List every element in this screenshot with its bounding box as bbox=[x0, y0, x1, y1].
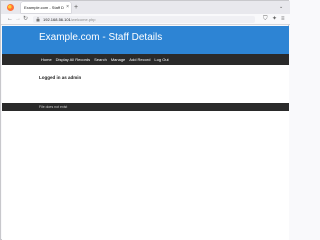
web-page: Example.com - Staff Details Home Display… bbox=[2, 26, 289, 240]
extensions-icon[interactable]: ✦ bbox=[272, 14, 277, 25]
nav-link-add-record[interactable]: Add Record bbox=[129, 54, 150, 65]
navigation-toolbar: ← → ↻ 192.168.56.101/welcome.php ⛉ ✦ ≡ bbox=[1, 14, 290, 25]
site-banner: Example.com - Staff Details bbox=[2, 26, 289, 54]
reload-icon[interactable]: ↻ bbox=[23, 14, 28, 25]
address-bar[interactable]: 192.168.56.101/welcome.php bbox=[33, 16, 255, 23]
hamburger-menu-icon[interactable]: ≡ bbox=[281, 14, 285, 25]
main-content: Logged in as admin bbox=[2, 65, 289, 103]
url-host: 192.168.56.101 bbox=[43, 17, 71, 22]
browser-window: Example.com - Staff Details × + ⌄ ← → ↻ … bbox=[0, 0, 290, 240]
tab-strip: Example.com - Staff Details × + ⌄ bbox=[1, 1, 290, 14]
page-footer: File does not exist bbox=[2, 103, 289, 111]
login-status: Logged in as admin bbox=[39, 75, 82, 80]
url-text: 192.168.56.101/welcome.php bbox=[43, 16, 96, 23]
tab-title: Example.com - Staff Details bbox=[24, 5, 64, 10]
new-tab-button[interactable]: + bbox=[74, 2, 78, 13]
pocket-icon[interactable]: ⛉ bbox=[263, 14, 268, 25]
nav-link-home[interactable]: Home bbox=[41, 54, 52, 65]
firefox-logo-icon bbox=[7, 4, 14, 11]
tab-list-button[interactable]: ⌄ bbox=[279, 2, 283, 13]
forward-arrow-icon[interactable]: → bbox=[15, 14, 21, 25]
tab-close-icon[interactable]: × bbox=[66, 3, 69, 12]
nav-link-search[interactable]: Search bbox=[94, 54, 107, 65]
nav-link-manage[interactable]: Manage bbox=[111, 54, 125, 65]
site-title: Example.com - Staff Details bbox=[39, 32, 163, 43]
site-nav-bar: Home Display All Records Search Manage A… bbox=[2, 54, 289, 65]
tab-staff-details[interactable]: Example.com - Staff Details × bbox=[21, 2, 71, 13]
nav-link-display-all-records[interactable]: Display All Records bbox=[56, 54, 90, 65]
site-nav: Home Display All Records Search Manage A… bbox=[41, 54, 169, 65]
url-path: /welcome.php bbox=[70, 17, 96, 22]
back-arrow-icon[interactable]: ← bbox=[7, 14, 13, 25]
footer-message: File does not exist bbox=[39, 105, 68, 109]
nav-link-log-out[interactable]: Log Out bbox=[154, 54, 168, 65]
lock-icon bbox=[36, 17, 40, 22]
